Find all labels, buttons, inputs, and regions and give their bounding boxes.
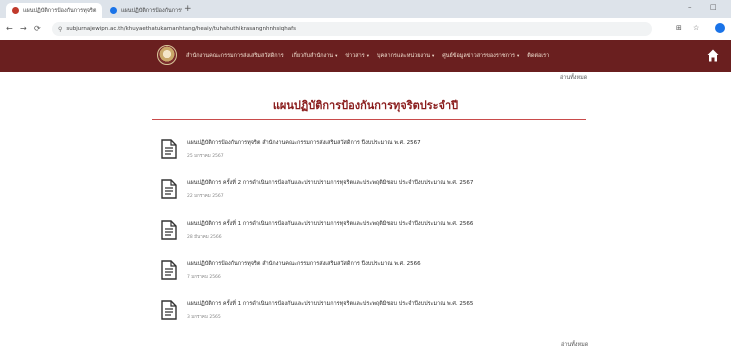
- profile-avatar[interactable]: [715, 23, 725, 33]
- reload-icon[interactable]: ⟳: [34, 23, 41, 34]
- document-date: 22 มกราคม 2567: [187, 194, 224, 199]
- document-date: 28 มีนาคม 2566: [187, 235, 222, 240]
- url-field[interactable]: ⚲ subjurnajewipn.ac.th/khuyaethatukamanh…: [52, 22, 652, 36]
- document-icon: [161, 260, 177, 280]
- tab-title: แผนปฏิบัติการป้องกันการทุจริต: [23, 7, 97, 14]
- document-icon: [161, 220, 177, 240]
- home-icon[interactable]: [707, 49, 719, 62]
- list-item[interactable]: แผนปฏิบัติการ ครั้งที่ 2 การดำเนินการป้อ…: [160, 177, 590, 203]
- chevron-down-icon: ▾: [431, 54, 435, 59]
- maximize-window-button[interactable]: □: [710, 3, 717, 11]
- favicon-icon: [110, 7, 117, 14]
- url-text: subjurnajewipn.ac.th/khuyaethatukamanhta…: [66, 26, 296, 32]
- read-all-link-top[interactable]: อ่านทั้งหมด: [560, 74, 587, 82]
- nav-item-contact[interactable]: ติดต่อเรา: [527, 52, 549, 60]
- back-arrow-icon[interactable]: ←: [6, 23, 13, 34]
- browser-tab-strip: แผนปฏิบัติการป้องกันการทุจริต × แผนปฏิบั…: [0, 0, 731, 18]
- list-item[interactable]: แผนปฏิบัติการป้องกันการทุจริต สำนักงานคณ…: [160, 137, 590, 163]
- nav-item-news[interactable]: ข่าวสาร ▾: [345, 52, 369, 60]
- browser-address-bar: ← → ⟳ ⚲ subjurnajewipn.ac.th/khuyaethatu…: [0, 18, 731, 41]
- new-tab-button[interactable]: +: [184, 3, 192, 16]
- read-all-link[interactable]: อ่านทั้งหมด: [561, 341, 588, 349]
- document-icon: [161, 179, 177, 199]
- chevron-down-icon: ▾: [335, 54, 338, 59]
- bookmark-star-icon[interactable]: ☆: [693, 24, 699, 33]
- title-divider: [152, 119, 586, 120]
- tab-title: แผนปฏิบัติการป้องกันการทุจริต: [121, 7, 182, 14]
- document-icon: [161, 139, 177, 159]
- document-date: 3 มกราคม 2565: [187, 315, 221, 320]
- list-item[interactable]: แผนปฏิบัติการ ครั้งที่ 1 การดำเนินการป้อ…: [160, 298, 590, 324]
- chevron-down-icon: ▾: [517, 54, 520, 59]
- favicon-icon: [12, 7, 19, 14]
- document-title-link[interactable]: แผนปฏิบัติการ ครั้งที่ 1 การดำเนินการป้อ…: [187, 220, 473, 228]
- chevron-down-icon: ▾: [366, 54, 369, 59]
- nav-item-personnel[interactable]: บุคลากรและหน่วยงาน ▾: [377, 52, 434, 60]
- browser-tab-active[interactable]: แผนปฏิบัติการป้องกันการทุจริต ×: [6, 3, 102, 18]
- document-date: 25 มกราคม 2567: [187, 154, 224, 159]
- list-item[interactable]: แผนปฏิบัติการ ครั้งที่ 1 การดำเนินการป้อ…: [160, 218, 590, 244]
- site-header: สำนักงานคณะกรรมการส่งเสริมสวัสดิการ เกี่…: [0, 40, 731, 72]
- browser-tab[interactable]: แผนปฏิบัติการป้องกันการทุจริต ×: [104, 3, 182, 18]
- close-tab-icon[interactable]: ×: [96, 7, 102, 14]
- site-info-icon[interactable]: ⚲: [58, 26, 62, 33]
- nav-item-office[interactable]: สำนักงานคณะกรรมการส่งเสริมสวัสดิการ: [186, 52, 284, 60]
- document-date: 7 มกราคม 2566: [187, 275, 221, 280]
- document-title-link[interactable]: แผนปฏิบัติการ ครั้งที่ 2 การดำเนินการป้อ…: [187, 179, 473, 187]
- document-title-link[interactable]: แผนปฏิบัติการป้องกันการทุจริต สำนักงานคณ…: [187, 260, 421, 268]
- forward-arrow-icon[interactable]: →: [20, 23, 27, 34]
- document-title-link[interactable]: แผนปฏิบัติการ ครั้งที่ 1 การดำเนินการป้อ…: [187, 300, 473, 308]
- list-item[interactable]: แผนปฏิบัติการป้องกันการทุจริต สำนักงานคณ…: [160, 258, 590, 284]
- minimize-window-button[interactable]: –: [688, 3, 692, 11]
- document-title-link[interactable]: แผนปฏิบัติการป้องกันการทุจริต สำนักงานคณ…: [187, 139, 421, 147]
- nav-item-about[interactable]: เกี่ยวกับสำนักงาน ▾: [292, 52, 338, 60]
- document-icon: [161, 300, 177, 320]
- main-nav: สำนักงานคณะกรรมการส่งเสริมสวัสดิการ เกี่…: [186, 40, 549, 72]
- site-logo[interactable]: [157, 45, 177, 65]
- page-title: แผนปฏิบัติการป้องกันการทุจริตประจำปี: [272, 99, 459, 112]
- extensions-icon[interactable]: ⊞: [676, 24, 682, 33]
- nav-item-info-center[interactable]: ศูนย์ข้อมูลข่าวสารของราชการ ▾: [442, 52, 519, 60]
